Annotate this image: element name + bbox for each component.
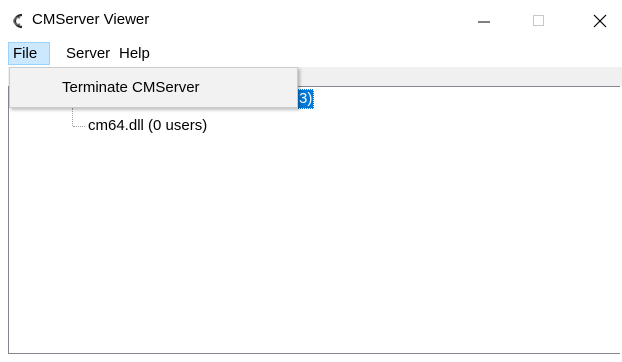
menu-server[interactable]: Server: [62, 42, 114, 65]
tree-node-cm64[interactable]: cm64.dll (0 users): [88, 116, 207, 136]
maximize-icon: [533, 15, 544, 26]
menu-bar: File Server Help: [0, 40, 622, 67]
close-button[interactable]: [576, 0, 622, 40]
maximize-button[interactable]: [516, 0, 562, 40]
minimize-button[interactable]: [461, 0, 507, 40]
menu-item-label: Terminate CMServer: [62, 79, 200, 96]
file-menu-dropdown: Terminate CMServer: [9, 67, 298, 108]
menu-help[interactable]: Help: [115, 42, 154, 65]
window-title: CMServer Viewer: [32, 11, 150, 28]
close-icon: [593, 14, 607, 28]
menu-item-terminate-cmserver[interactable]: Terminate CMServer: [11, 74, 296, 102]
menu-file[interactable]: File: [8, 42, 50, 65]
tree-connector-vertical: [72, 108, 74, 126]
tree-root-node[interactable]: 3): [297, 89, 315, 109]
title-bar[interactable]: CMServer Viewer: [0, 0, 622, 40]
cmserver-app-icon: [11, 13, 27, 29]
minimize-icon: [478, 21, 490, 23]
tree-connector-horizontal: [73, 126, 85, 128]
